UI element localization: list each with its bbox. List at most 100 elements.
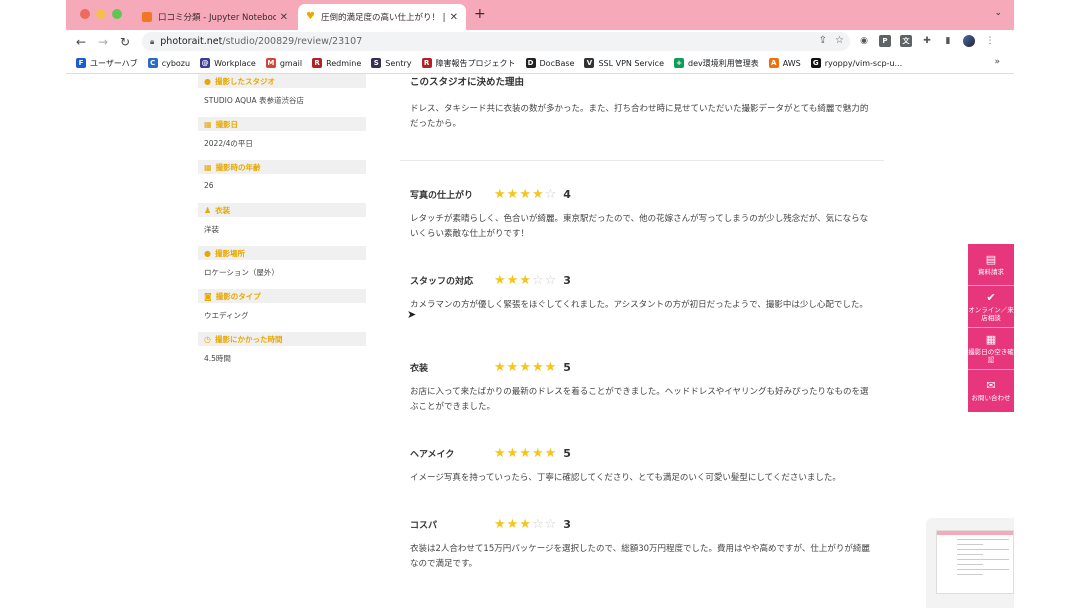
float-button-label: 資料請求 (978, 267, 1004, 276)
rating-score: 4 (563, 187, 571, 201)
info-heading: ◷ 撮影にかかった時間 (198, 332, 366, 346)
share-icon[interactable]: ⇪ (819, 35, 827, 46)
translate-extension-icon[interactable]: 文 (900, 35, 912, 47)
url-path: /studio/200829/review/23107 (222, 36, 363, 47)
new-tab-button[interactable]: + (474, 6, 486, 22)
desktop-right (1014, 0, 1080, 608)
rating-header: コスパ ★ ★ ★ ☆ ☆ 3 (410, 516, 876, 532)
float-button[interactable]: ▦ 撮影日の空き確認 (968, 328, 1014, 370)
browser-window: 口コミ分類 - Jupyter Notebook ✕ ♥ 圧倒的満足度の高い仕上… (66, 0, 1014, 608)
calendar-icon: ▦ (985, 332, 997, 346)
tab-strip: 口コミ分類 - Jupyter Notebook ✕ ♥ 圧倒的満足度の高い仕上… (66, 0, 1014, 30)
tab-photorait[interactable]: ♥ 圧倒的満足度の高い仕上がり！ | し ✕ (298, 4, 466, 30)
tab-jupyter[interactable]: 口コミ分類 - Jupyter Notebook ✕ (134, 4, 296, 30)
calendar-icon: ▦ (204, 119, 212, 129)
close-window-button[interactable] (80, 9, 90, 19)
bookmark-favicon-icon: D (525, 58, 536, 68)
info-value: STUDIO AQUA 表参道渋谷店 (204, 96, 305, 105)
screenshot-thumbnail[interactable] (926, 518, 1014, 608)
info-heading: ♟ 衣装 (198, 203, 366, 217)
bookmark-favicon-icon: S (371, 58, 382, 68)
star-empty-icon: ☆ (531, 516, 544, 532)
info-value: ウエディング (204, 311, 249, 320)
camera-icon: ◙ (204, 291, 212, 301)
desktop-left (0, 0, 66, 608)
review-info-sidebar: ● 撮影したスタジオ STUDIO AQUA 表参道渋谷店 ▦ 撮影日 2022/4の平日… (198, 74, 366, 375)
bookmark-item[interactable]: Gryoppy/vim-scp-u... (810, 58, 903, 68)
rating-score: 3 (563, 517, 571, 531)
bookmark-item[interactable]: R 障害報告プロジェクト (421, 58, 516, 69)
tab-label: 口コミ分類 - Jupyter Notebook (158, 13, 276, 23)
info-value: 4.5時間 (204, 354, 231, 363)
bookmark-item[interactable]: R Redmine (312, 58, 361, 68)
bookmark-item[interactable]: @ Workplace (200, 58, 256, 68)
bookmark-item[interactable]: Ccybozu (147, 58, 191, 68)
zoom-window-button[interactable] (112, 9, 122, 19)
star-filled-icon: ★ (494, 445, 506, 461)
puzzle-icon[interactable]: ✚ (921, 35, 933, 47)
thumbnail-image (936, 530, 1014, 594)
bookmark-label: ryoppy/vim-scp-u... (824, 58, 903, 68)
mail-icon: ✉ (986, 379, 996, 392)
bookmarks-more-button[interactable]: » (994, 57, 1000, 67)
bookmark-favicon-icon: C (147, 58, 158, 68)
rating-header: スタッフの対応 ★ ★ ★ ☆ ☆ 3 (410, 272, 876, 288)
rating-label: 衣装 (410, 363, 429, 374)
info-heading-label: 撮影にかかった時間 (214, 334, 283, 344)
forward-arrow-icon[interactable]: → (92, 35, 114, 49)
star-filled-icon: ★ (519, 445, 531, 461)
bookmark-item[interactable]: + dev環境利用管理表 (674, 58, 759, 69)
star-rating: ★ ★ ★ ★ ☆ (494, 188, 556, 201)
rating-comment: レタッチが素晴らしく、色合いが綺麗。東京駅だったので、他の花嫁さんが写ってしまう… (410, 214, 869, 239)
bookmark-label: cybozu (161, 58, 191, 68)
info-value: ロケーション（屋外） (204, 268, 279, 277)
address-bar[interactable]: 🔒︎ photorait.net/studio/200829/review/23… (142, 32, 850, 51)
page-content: ● 撮影したスタジオ STUDIO AQUA 表参道渋谷店 ▦ 撮影日 2022/4の平日… (66, 74, 1014, 608)
bookmark-label: gmail (279, 58, 303, 68)
info-value: 2022/4の平日 (204, 139, 253, 148)
url-host: photorait.net (160, 36, 223, 47)
toolbar: ← → ↻ 🔒︎ photorait.net/studio/200829/rev… (66, 30, 1014, 53)
star-filled-icon: ★ (519, 359, 531, 375)
bookmark-star-icon[interactable]: ☆ (835, 35, 844, 46)
float-button[interactable]: ▤ 資料請求 (968, 244, 1014, 286)
bookmark-item[interactable]: V SSL VPN Service (584, 58, 664, 68)
camera-icon[interactable]: ◉ (858, 35, 870, 47)
rating-header: 衣装 ★ ★ ★ ★ ★ 5 (410, 359, 876, 375)
float-button-label: 撮影日の空き確認 (968, 347, 1014, 364)
float-button[interactable]: ✉ お問い合わせ (968, 370, 1014, 412)
tab-search-button[interactable]: ⌄ (994, 8, 1002, 18)
star-rating: ★ ★ ★ ☆ ☆ (494, 518, 556, 531)
reason-title: このスタジオに決めた理由 (410, 77, 525, 88)
star-empty-icon: ☆ (544, 516, 557, 532)
star-filled-icon: ★ (519, 186, 531, 202)
reason-text: ドレス、タキシード共に衣装の数が多かった。また、打ち合わせ時に見せていただいた撮… (410, 104, 869, 129)
bookmark-label: ユーザーハブ (90, 58, 138, 68)
info-heading: ▦ 撮影時の年齢 (198, 160, 366, 174)
bookmark-item[interactable]: D DocBase (525, 58, 574, 68)
back-arrow-icon[interactable]: ← (70, 35, 92, 49)
p-extension-icon[interactable]: P (879, 35, 891, 47)
reload-icon[interactable]: ↻ (114, 35, 136, 49)
bookmark-label: dev環境利用管理表 (688, 58, 759, 68)
float-button[interactable]: ✔ オンライン／来店相談 (968, 286, 1014, 328)
bookmark-item[interactable]: Mgmail (265, 58, 303, 68)
bookmark-item[interactable]: S Sentry (371, 58, 412, 68)
info-heading: ● 撮影場所 (198, 246, 366, 260)
close-icon[interactable]: ✕ (280, 12, 288, 23)
tab-label: 圧倒的満足度の高い仕上がり！ | し (320, 13, 446, 23)
sidepanel-icon[interactable]: ▮ (942, 35, 954, 47)
bookmark-item[interactable]: A AWS (768, 58, 801, 68)
star-empty-icon: ☆ (544, 186, 557, 202)
kebab-menu-icon[interactable]: ⋮ (984, 35, 996, 47)
close-icon[interactable]: ✕ (450, 12, 458, 23)
star-filled-icon: ★ (506, 516, 519, 532)
rating-header: 写真の仕上がり ★ ★ ★ ★ ☆ 4 (410, 186, 876, 202)
star-empty-icon: ☆ (544, 272, 557, 288)
minimize-window-button[interactable] (96, 9, 106, 19)
bookmark-label: AWS (782, 58, 801, 68)
info-heading: ◙ 撮影のタイプ (198, 289, 366, 303)
profile-avatar[interactable] (963, 35, 975, 47)
rating-header: ヘアメイク ★ ★ ★ ★ ★ 5 (410, 445, 876, 461)
bookmark-item[interactable]: F ユーザーハブ (76, 58, 138, 69)
